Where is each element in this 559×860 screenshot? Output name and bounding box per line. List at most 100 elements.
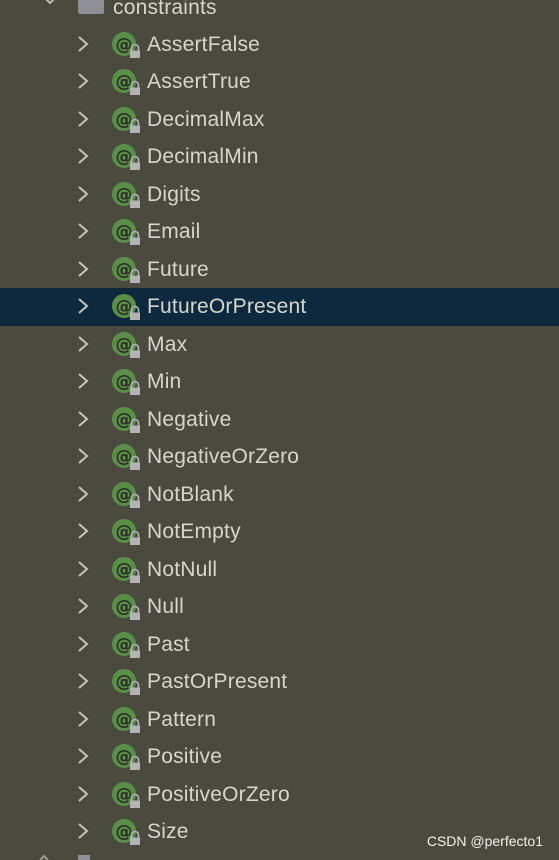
chevron-right-icon[interactable] (74, 784, 92, 804)
chevron-right-icon[interactable] (74, 71, 92, 91)
tree-item-label: NotEmpty (147, 520, 241, 543)
chevron-right-icon[interactable] (74, 109, 92, 129)
tree-item-future[interactable]: @ Future (0, 251, 559, 289)
tree-item-assertfalse[interactable]: @ AssertFalse (0, 26, 559, 64)
tree-item-label: Positive (147, 745, 223, 768)
svg-text:@: @ (116, 522, 133, 542)
annotation-icon: @ (112, 481, 140, 508)
tree-item-label: AssertFalse (147, 32, 261, 56)
annotation-icon: @ (112, 669, 140, 695)
annotation-icon: @ (112, 556, 140, 583)
annotation-icon: @ (112, 331, 140, 358)
tree-item-negative[interactable]: @ Negative (0, 401, 559, 439)
tree-item-label: FutureOrPresent (147, 295, 307, 318)
tree-item-pattern[interactable]: @ Pattern (0, 701, 559, 739)
chevron-right-icon[interactable] (74, 671, 92, 691)
tree-item-email[interactable]: @ Email (0, 213, 559, 251)
svg-text:@: @ (116, 597, 133, 617)
watermark: CSDN @perfecto1 (426, 833, 543, 849)
tree-item-futureorpresent[interactable]: @ FutureOrPresent (0, 288, 559, 326)
tree-item-min[interactable]: @ Min (0, 363, 559, 401)
tree-item-label: Null (147, 595, 184, 618)
tree-item-max[interactable]: @ Max (0, 326, 559, 364)
chevron-right-icon[interactable] (74, 221, 92, 241)
tree-item-null[interactable]: @ Null (0, 588, 559, 626)
chevron-down-icon[interactable] (40, 0, 60, 10)
annotation-icon: @ (112, 369, 140, 395)
svg-text:@: @ (116, 185, 133, 205)
svg-text:@: @ (116, 297, 133, 317)
svg-text:@: @ (116, 635, 133, 655)
annotation-icon: @ (112, 31, 140, 58)
chevron-right-icon[interactable] (74, 559, 92, 579)
chevron-right-icon[interactable] (74, 371, 92, 391)
tree-item-label: Pattern (147, 707, 217, 731)
tree-item-label: Future (147, 257, 209, 281)
annotation-icon: @ (112, 444, 140, 470)
chevron-right-icon[interactable] (74, 146, 92, 166)
chevron-right-icon[interactable] (74, 409, 92, 429)
annotation-icon: @ (112, 69, 140, 95)
tree-item-notnull[interactable]: @ NotNull (0, 551, 559, 589)
folder-label: constraints (113, 0, 217, 19)
tree-item-label: Max (147, 332, 188, 356)
annotation-icon: @ (112, 256, 140, 283)
project-tree: constraints @ AssertFalse @ AssertTrue @ Deci… (0, 0, 559, 860)
tree-item-label: PastOrPresent (147, 670, 288, 693)
tree-item-label: NotNull (147, 557, 218, 581)
tree-item-label: Size (147, 820, 189, 843)
tree-item-decimalmin[interactable]: @ DecimalMin (0, 138, 559, 176)
tree-item-positive[interactable]: @ Positive (0, 738, 559, 776)
svg-text:@: @ (116, 260, 133, 280)
chevron-right-icon[interactable] (74, 821, 92, 841)
folder-icon (78, 0, 104, 14)
chevron-right-icon[interactable] (74, 34, 92, 54)
svg-text:@: @ (116, 110, 133, 130)
tree-item-label: PositiveOrZero (147, 782, 290, 806)
annotation-icon: @ (112, 706, 140, 733)
chevron-right-icon[interactable] (74, 259, 92, 279)
chevron-right-icon[interactable] (74, 596, 92, 616)
svg-text:@: @ (116, 672, 133, 692)
chevron-right-icon[interactable] (74, 521, 92, 541)
tree-folder-constraints[interactable]: constraints (0, 0, 559, 22)
tree-item-decimalmax[interactable]: @ DecimalMax (0, 101, 559, 139)
svg-text:@: @ (116, 785, 133, 805)
annotation-icon: @ (112, 744, 140, 770)
tree-item-notblank[interactable]: @ NotBlank (0, 476, 559, 514)
next-folder-chevron-icon (39, 854, 90, 860)
chevron-right-icon[interactable] (74, 634, 92, 654)
chevron-right-icon[interactable] (74, 709, 92, 729)
tree-item-label: AssertTrue (147, 70, 251, 93)
tree-item-label: NotBlank (147, 482, 234, 506)
svg-text:@: @ (116, 222, 133, 242)
tree-item-digits[interactable]: @ Digits (0, 176, 559, 214)
annotation-icon: @ (112, 819, 140, 845)
chevron-right-icon[interactable] (74, 184, 92, 204)
chevron-right-icon[interactable] (74, 296, 92, 316)
svg-text:@: @ (116, 447, 133, 467)
annotation-icon: @ (112, 144, 140, 170)
tree-item-pastorpresent[interactable]: @ PastOrPresent (0, 663, 559, 701)
tree-item-asserttrue[interactable]: @ AssertTrue (0, 63, 559, 101)
chevron-right-icon[interactable] (74, 334, 92, 354)
svg-text:@: @ (116, 485, 133, 505)
annotation-icon: @ (112, 631, 140, 658)
tree-item-label: Email (147, 220, 201, 243)
chevron-right-icon[interactable] (74, 746, 92, 766)
svg-text:@: @ (116, 560, 133, 580)
chevron-right-icon[interactable] (74, 446, 92, 466)
svg-text:@: @ (116, 822, 133, 842)
chevron-right-icon[interactable] (74, 484, 92, 504)
tree-item-negativeorzero[interactable]: @ NegativeOrZero (0, 438, 559, 476)
tree-item-positiveorzero[interactable]: @ PositiveOrZero (0, 776, 559, 814)
tree-item-label: Min (147, 370, 182, 393)
annotation-icon: @ (112, 106, 140, 133)
tree-item-past[interactable]: @ Past (0, 626, 559, 664)
tree-item-notempty[interactable]: @ NotEmpty (0, 513, 559, 551)
annotation-icon: @ (112, 181, 140, 208)
annotation-icon: @ (112, 406, 140, 433)
svg-text:@: @ (116, 72, 133, 92)
annotation-icon: @ (112, 781, 140, 808)
tree-item-label: Negative (147, 407, 232, 431)
